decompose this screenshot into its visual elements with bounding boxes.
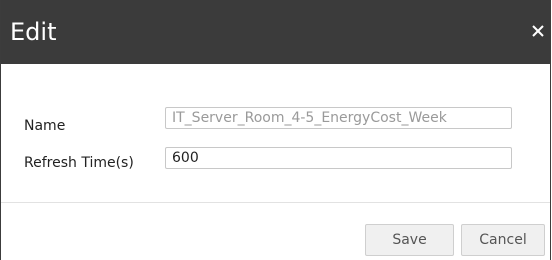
footer-divider	[1, 202, 550, 203]
refresh-time-field[interactable]	[165, 147, 512, 169]
save-button[interactable]: Save	[365, 224, 454, 256]
dialog-body: Name Refresh Time(s)	[1, 64, 550, 204]
dialog-title: Edit	[10, 18, 57, 46]
edit-dialog: Edit Name Refresh Time(s) Save Cancel	[0, 0, 551, 260]
name-label: Name	[24, 118, 66, 134]
close-icon[interactable]	[530, 23, 546, 39]
refresh-time-label: Refresh Time(s)	[24, 155, 134, 171]
name-field[interactable]	[165, 107, 512, 129]
dialog-titlebar: Edit	[1, 0, 550, 64]
cancel-button[interactable]: Cancel	[461, 224, 545, 256]
